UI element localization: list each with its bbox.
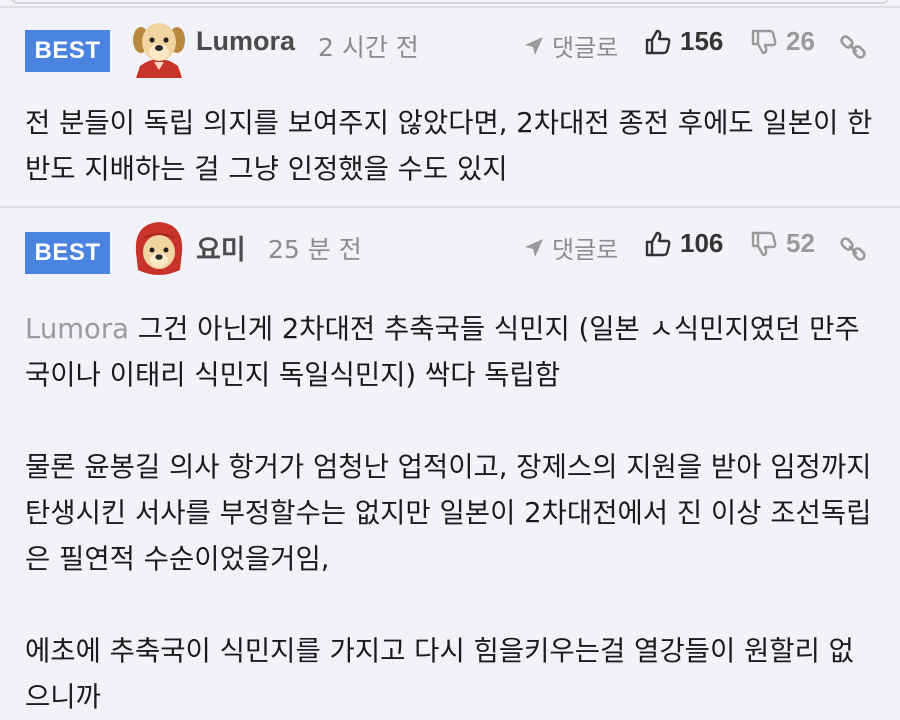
- like-button[interactable]: 156: [644, 26, 723, 57]
- thumbs-up-icon: [645, 29, 671, 54]
- timestamp: 2 시간 전: [318, 33, 419, 62]
- dislike-count: 52: [786, 228, 815, 258]
- dislike-button[interactable]: 52: [750, 228, 815, 259]
- comment-paragraph: 에초에 추축국이 식민지를 가지고 다시 힘을키우는걸 열강들이 원할리 없으니…: [25, 635, 854, 713]
- reply-arrow-icon: [525, 36, 543, 55]
- dislike-count: 26: [786, 26, 815, 56]
- puppy-red-hood-avatar-icon[interactable]: [130, 218, 188, 280]
- dislike-button[interactable]: 26: [750, 26, 815, 57]
- comment-header: BEST Lumora 2 시간 전 댓글로 156 26: [0, 8, 900, 80]
- comment-paragraph-text: 그건 아닌게 2차대전 추축국들 식민지 (일본 ㅅ식민지였던 만주국이나 이태…: [25, 313, 860, 391]
- previous-comment-edge: [0, 0, 900, 8]
- comment-body: 전 분들이 독립 의지를 보여주지 않았다면, 2차대전 종전 후에도 일본이 …: [25, 100, 878, 192]
- comment-divider: [0, 206, 900, 208]
- comment-paragraph: Lumora 그건 아닌게 2차대전 추축국들 식민지 (일본 ㅅ식민지였던 만…: [25, 306, 878, 398]
- thumbs-down-icon: [751, 231, 777, 256]
- username[interactable]: 요미: [196, 228, 246, 267]
- reply-arrow-icon: [525, 238, 543, 257]
- comment-body: Lumora 그건 아닌게 2차대전 추축국들 식민지 (일본 ㅅ식민지였던 만…: [25, 306, 878, 720]
- puppy-avatar-icon[interactable]: [130, 16, 188, 78]
- link-icon[interactable]: [838, 234, 868, 264]
- thumbs-up-icon: [645, 231, 671, 256]
- comment-paragraph: 물론 윤봉길 의사 항거가 엄청난 업적이고, 장제스의 지원을 받아 임정까지…: [25, 451, 872, 575]
- reply-label: 댓글로: [552, 236, 619, 264]
- thumbs-down-icon: [751, 29, 777, 54]
- best-badge: BEST: [25, 30, 110, 72]
- comment-item: BEST Lumora 2 시간 전 댓글로 156 26 전 분들이 독립 의…: [0, 8, 900, 206]
- reply-button[interactable]: 댓글로: [522, 28, 618, 63]
- like-count: 156: [680, 26, 724, 56]
- mention-link[interactable]: Lumora: [25, 313, 129, 345]
- link-icon[interactable]: [838, 32, 868, 62]
- reply-button[interactable]: 댓글로: [522, 230, 618, 265]
- comment-paragraph: 전 분들이 독립 의지를 보여주지 않았다면, 2차대전 종전 후에도 일본이 …: [25, 107, 873, 185]
- comment-item: BEST 요미 25 분 전 댓글로 106 52 Lumora 그건 아닌게 …: [0, 210, 900, 719]
- reply-label: 댓글로: [552, 34, 619, 62]
- like-count: 106: [680, 228, 724, 258]
- timestamp: 25 분 전: [268, 235, 362, 264]
- like-button[interactable]: 106: [644, 228, 723, 259]
- username[interactable]: Lumora: [196, 26, 295, 57]
- comment-header: BEST 요미 25 분 전 댓글로 106 52: [0, 210, 900, 282]
- best-badge: BEST: [25, 232, 110, 274]
